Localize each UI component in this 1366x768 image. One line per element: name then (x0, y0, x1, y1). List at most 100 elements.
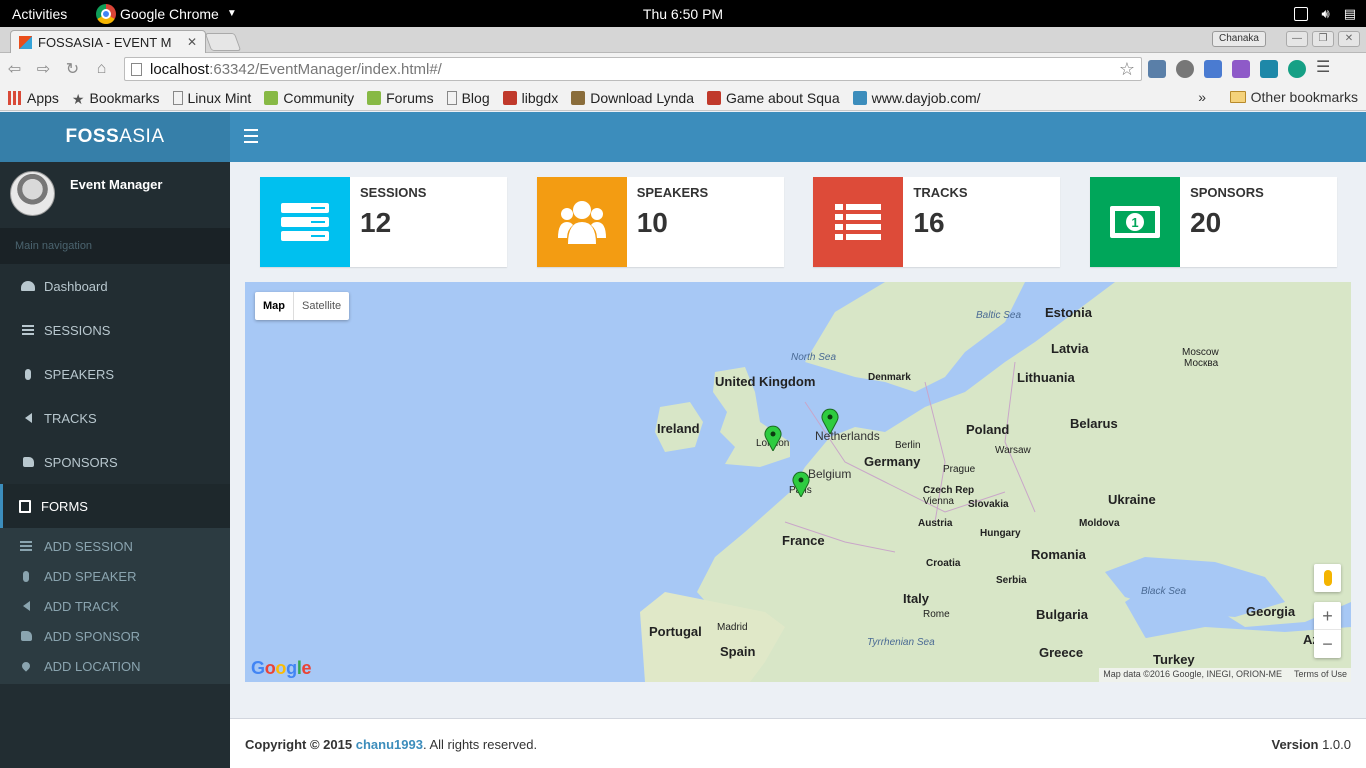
maximize-icon[interactable]: ❐ (1312, 31, 1334, 47)
info-box-value: 12 (360, 207, 392, 238)
submenu-item-add-track[interactable]: ADD TRACK (0, 591, 230, 621)
submenu-item-add-speaker[interactable]: ADD SPEAKER (0, 561, 230, 591)
bookmarks-overflow-button[interactable]: » (1198, 89, 1206, 105)
profile-button[interactable]: Chanaka (1211, 31, 1266, 47)
author-link[interactable]: chanu1993 (356, 737, 423, 752)
menu-icon[interactable]: ☰ (1316, 60, 1334, 78)
back-icon[interactable]: ⇦ (0, 59, 29, 79)
map-city-warsaw: Warsaw (995, 445, 1031, 456)
activities-button[interactable]: Activities (0, 6, 96, 22)
map-city-moscow: Moscow (1182, 347, 1219, 358)
window-icon[interactable] (1293, 6, 1308, 21)
bookmark-item[interactable]: Forums (367, 90, 434, 106)
map-city-moscow-cyrillic: Москва (1184, 358, 1219, 369)
map-label-germany: Germany (864, 454, 921, 469)
bookmark-item[interactable]: ★ Bookmarks (72, 89, 160, 107)
submenu-item-label: ADD SESSION (44, 538, 133, 554)
info-box-value: 16 (913, 207, 945, 238)
app-menu[interactable]: Google Chrome ▼ (96, 3, 237, 24)
dayjob-icon (852, 90, 867, 105)
bookmark-item[interactable]: Blog (446, 90, 490, 106)
sidebar-item-tracks[interactable]: TRACKS (0, 396, 230, 440)
minimize-icon[interactable]: — (1286, 31, 1308, 47)
zoom-out-button[interactable]: − (1314, 630, 1341, 658)
sidebar-item-label: SPONSORS (44, 454, 118, 470)
street-view-pegman-icon[interactable] (1314, 564, 1341, 592)
zoom-in-button[interactable]: + (1314, 602, 1341, 630)
submenu-item-add-sponsor[interactable]: ADD SPONSOR (0, 621, 230, 651)
bookmark-label: Download Lynda (590, 89, 694, 106)
map-marker-icon (20, 660, 32, 672)
sidebar: Event Manager Main navigation Dashboard S… (0, 162, 230, 768)
google-logo[interactable]: Google (251, 658, 312, 679)
url-path: :63342/EventManager/index.html#/ (209, 60, 442, 78)
sidebar-item-forms[interactable]: FORMS (0, 484, 230, 528)
app-logo[interactable]: FOSSASIA (0, 112, 230, 162)
extension-icon[interactable] (1204, 60, 1222, 78)
sidebar-item-speakers[interactable]: SPEAKERS (0, 352, 230, 396)
volume-icon (20, 601, 32, 611)
new-tab-button[interactable] (204, 33, 242, 51)
submenu-item-label: ADD SPONSOR (44, 628, 141, 644)
bookmark-item[interactable]: libgdx (502, 89, 559, 106)
reload-icon[interactable]: ↻ (58, 59, 87, 79)
server-icon (260, 177, 350, 267)
bookmark-star-icon[interactable]: ☆ (1119, 59, 1135, 80)
info-box-sponsors: 1 SPONSORS 20 (1090, 177, 1338, 267)
bookmark-item[interactable]: Community (264, 90, 354, 106)
map-label-moldova: Moldova (1079, 518, 1120, 529)
extension-icon[interactable] (1176, 60, 1194, 78)
map[interactable]: Map Satellite United Kingdom Ireland Net… (245, 282, 1351, 682)
submenu-item-add-location[interactable]: ADD LOCATION (0, 651, 230, 681)
map-label-poland: Poland (966, 422, 1010, 437)
map-label-greece: Greece (1039, 645, 1084, 660)
extension-icon[interactable] (1288, 60, 1306, 78)
volume-icon[interactable]: 🔊︎ (1322, 6, 1330, 22)
thumbs-up-icon (20, 457, 36, 467)
bookmarks-bar: Apps ★ Bookmarks Linux Mint Community Forums B… (0, 85, 1366, 111)
app-menu-label: Google Chrome (120, 5, 219, 22)
bookmark-item[interactable]: Download Lynda (571, 90, 694, 106)
clipboard-icon[interactable]: ▤ (1344, 6, 1356, 22)
map-label-lithuania: Lithuania (1017, 370, 1075, 385)
bookmark-label: libgdx (521, 89, 559, 106)
map-marker-netherlands[interactable] (821, 408, 839, 434)
forward-icon[interactable]: ⇨ (29, 59, 58, 79)
mint-icon (264, 90, 279, 105)
submenu-item-add-session[interactable]: ADD SESSION (0, 531, 230, 561)
extension-icon[interactable] (1232, 60, 1250, 78)
map-label-hungary: Hungary (980, 528, 1021, 539)
map-label-serbia: Serbia (996, 575, 1027, 586)
sidebar-toggle-icon[interactable] (244, 129, 258, 143)
close-icon[interactable]: ✕ (187, 35, 197, 49)
map-type-satellite-button[interactable]: Satellite (294, 292, 349, 320)
bookmark-item[interactable]: Game about Squa (706, 90, 840, 106)
tab-active[interactable]: FOSSASIA - EVENT M ✕ (10, 30, 206, 53)
bookmark-item[interactable]: Apps (8, 90, 59, 106)
info-box-value: 10 (636, 207, 668, 238)
map-marker-paris[interactable] (792, 471, 810, 497)
bookmark-item[interactable]: www.dayjob.com/ (852, 90, 981, 106)
bookmark-item[interactable]: Linux Mint (172, 90, 251, 106)
terms-link[interactable]: Terms of Use (1294, 669, 1347, 681)
rights-text: . All rights reserved. (422, 737, 538, 752)
address-bar[interactable]: localhost :63342/EventManager/index.html… (124, 57, 1142, 81)
home-icon[interactable]: ⌂ (87, 60, 116, 78)
map-label-czech: Czech Rep (923, 485, 975, 496)
close-window-icon[interactable]: ✕ (1338, 31, 1360, 47)
forms-submenu: ADD SESSION ADD SPEAKER ADD TRACK ADD SPONS… (0, 528, 230, 684)
map-label-france: France (782, 533, 825, 548)
libgdx-icon (502, 90, 517, 105)
form-icon (17, 499, 33, 513)
sidebar-item-sponsors[interactable]: SPONSORS (0, 440, 230, 484)
extension-icon[interactable] (1260, 60, 1278, 78)
map-label-georgia: Georgia (1246, 604, 1296, 619)
sidebar-item-sessions[interactable]: SESSIONS (0, 308, 230, 352)
map-type-map-button[interactable]: Map (255, 292, 294, 320)
sidebar-item-dashboard[interactable]: Dashboard (0, 264, 230, 308)
extension-icon[interactable] (1148, 60, 1166, 78)
system-tray[interactable]: 🔊︎ ▤ (1293, 0, 1356, 27)
map-marker-london[interactable] (764, 425, 782, 451)
bookmark-label: Bookmarks (89, 89, 160, 106)
other-bookmarks[interactable]: Other bookmarks (1229, 89, 1358, 105)
